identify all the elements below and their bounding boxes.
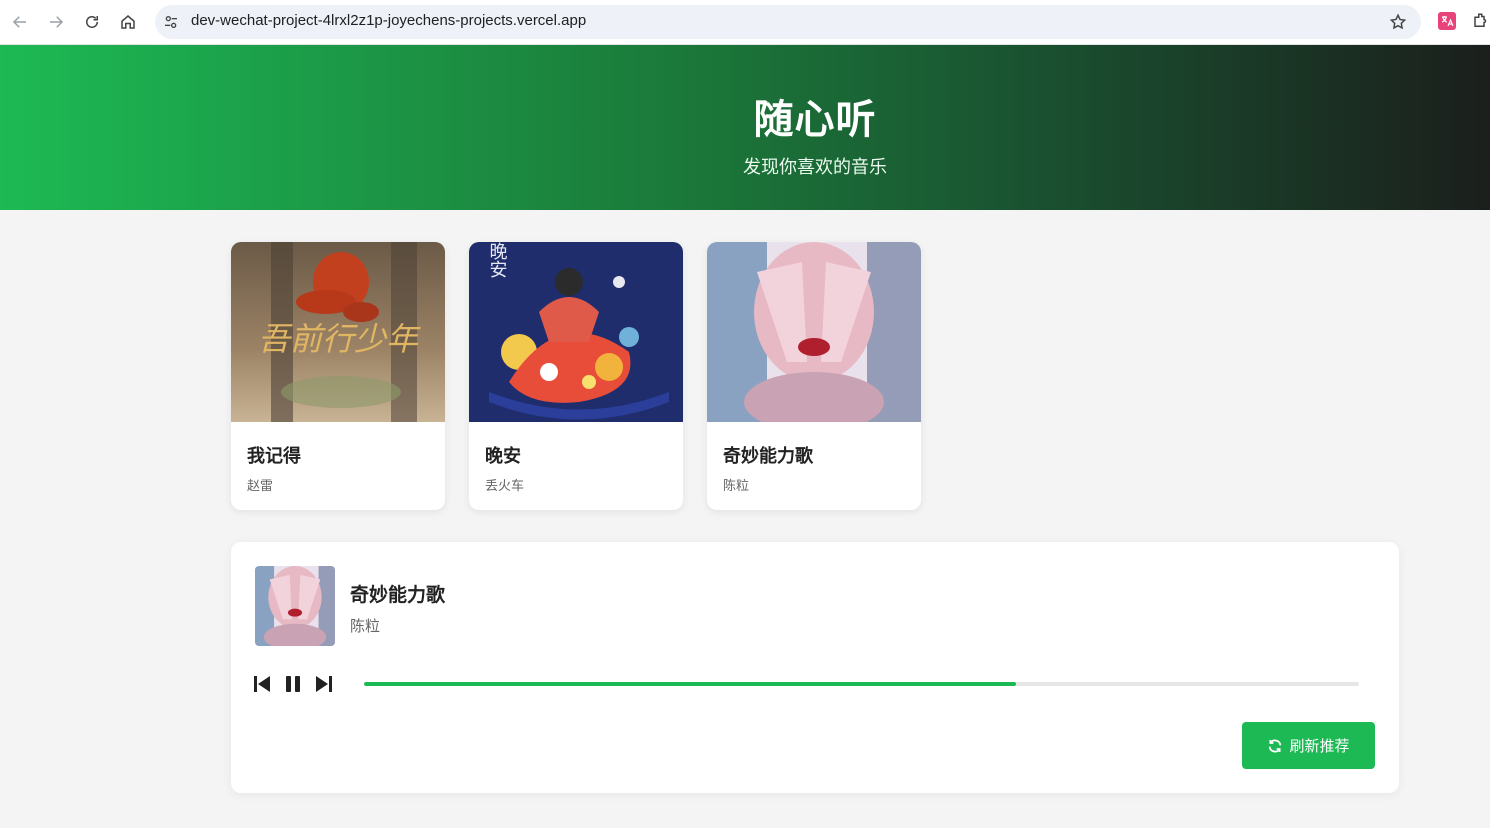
album-cover-text: 吾前行少年 bbox=[258, 320, 421, 358]
reload-icon[interactable] bbox=[78, 8, 106, 36]
album-cover: 晚安 bbox=[469, 242, 683, 422]
album-cover-text: 晚安 bbox=[487, 242, 508, 278]
song-title: 奇妙能力歌 bbox=[723, 446, 813, 467]
album-cover: 吾前行少年 bbox=[231, 242, 445, 422]
pause-icon[interactable] bbox=[281, 672, 305, 696]
refresh-label: 刷新推荐 bbox=[1289, 737, 1350, 755]
song-artist: 赵雷 bbox=[247, 479, 274, 494]
site-settings-icon[interactable] bbox=[163, 14, 179, 30]
now-playing-title: 奇妙能力歌 bbox=[350, 584, 446, 606]
progress-bar[interactable] bbox=[364, 682, 1359, 686]
song-card[interactable]: 吾前行少年 我记得 赵雷 bbox=[231, 242, 445, 510]
song-title: 我记得 bbox=[247, 446, 301, 467]
now-playing-cover bbox=[255, 566, 335, 646]
extensions-icon[interactable] bbox=[1472, 12, 1490, 30]
address-bar[interactable]: dev-wechat-project-4lrxl2z1p-joyechens-p… bbox=[155, 5, 1421, 39]
bookmark-star-icon[interactable] bbox=[1389, 13, 1407, 31]
refresh-icon bbox=[1269, 739, 1282, 752]
page-title: 随心听 bbox=[753, 97, 877, 143]
album-cover bbox=[707, 242, 921, 422]
forward-icon[interactable] bbox=[42, 8, 70, 36]
progress-fill bbox=[364, 682, 1016, 686]
song-card[interactable]: 奇妙能力歌 陈粒 bbox=[707, 242, 921, 510]
back-icon[interactable] bbox=[6, 8, 34, 36]
refresh-button[interactable]: 刷新推荐 bbox=[1242, 722, 1375, 769]
song-card[interactable]: 晚安 晚安 丢火车 bbox=[469, 242, 683, 510]
url-text[interactable]: dev-wechat-project-4lrxl2z1p-joyechens-p… bbox=[191, 12, 586, 29]
song-artist: 陈粒 bbox=[723, 479, 750, 494]
translate-extension-icon[interactable] bbox=[1438, 12, 1456, 30]
song-title: 晚安 bbox=[485, 446, 521, 467]
browser-toolbar: dev-wechat-project-4lrxl2z1p-joyechens-p… bbox=[0, 0, 1490, 45]
song-artist: 丢火车 bbox=[485, 479, 525, 494]
page-subtitle: 发现你喜欢的音乐 bbox=[743, 157, 887, 178]
now-playing-artist: 陈粒 bbox=[350, 617, 381, 635]
previous-icon[interactable] bbox=[250, 672, 274, 696]
music-player: 奇妙能力歌 陈粒 刷新推荐 bbox=[231, 542, 1399, 793]
hero-banner: 随心听 发现你喜欢的音乐 bbox=[0, 45, 1490, 210]
next-icon[interactable] bbox=[312, 672, 336, 696]
home-icon[interactable] bbox=[114, 8, 142, 36]
